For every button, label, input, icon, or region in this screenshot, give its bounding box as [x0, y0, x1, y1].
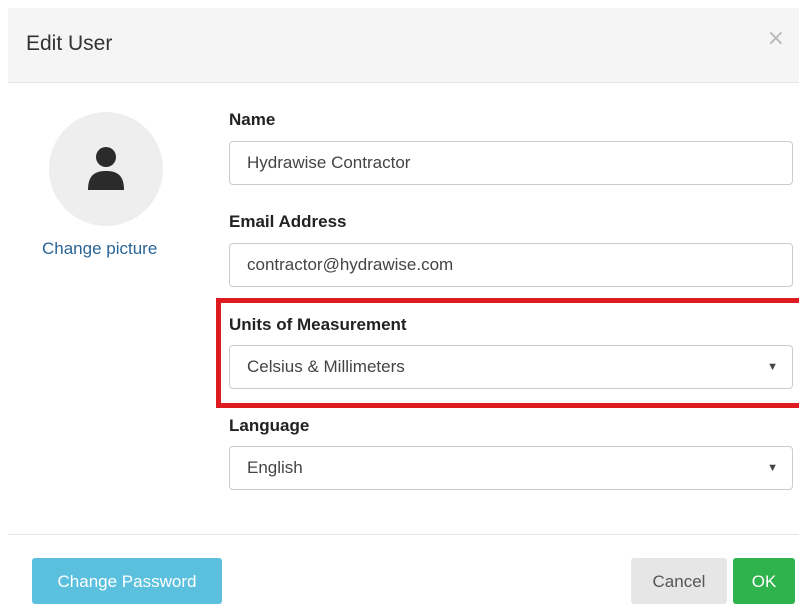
close-icon[interactable]: × [767, 28, 785, 50]
modal-title: Edit User [26, 32, 113, 55]
modal-header: Edit User × [8, 8, 799, 83]
edit-user-modal: Edit User × Change picture Name Email Ad… [0, 0, 799, 606]
name-label: Name [229, 110, 276, 129]
cancel-button[interactable]: Cancel [631, 558, 727, 604]
language-select[interactable]: English ▼ [229, 446, 793, 490]
highlight-box [216, 298, 799, 408]
avatar[interactable] [49, 112, 163, 226]
caret-down-icon: ▼ [767, 462, 778, 474]
email-label: Email Address [229, 212, 347, 231]
email-input[interactable] [229, 243, 793, 287]
user-icon [88, 147, 124, 190]
change-picture-link[interactable]: Change picture [42, 239, 157, 259]
name-input[interactable] [229, 141, 793, 185]
change-password-button[interactable]: Change Password [32, 558, 222, 604]
language-selected-value: English [247, 458, 303, 477]
language-label: Language [229, 416, 310, 435]
ok-button[interactable]: OK [733, 558, 795, 604]
footer-divider [8, 534, 799, 535]
